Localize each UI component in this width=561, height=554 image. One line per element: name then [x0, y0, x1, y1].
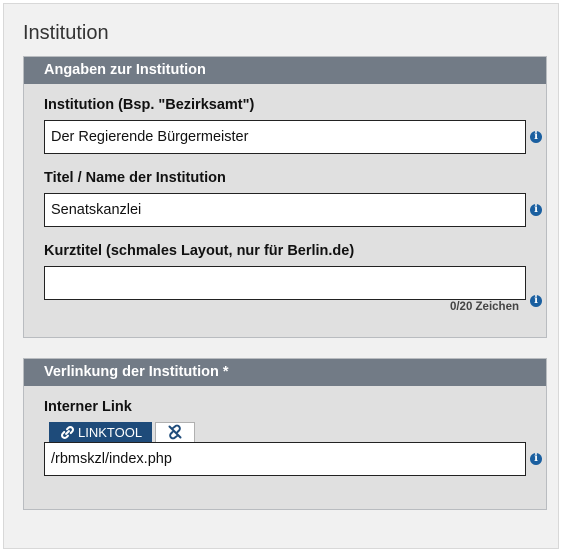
info-icon[interactable]: i — [530, 204, 542, 216]
linktool-button[interactable]: LINKTOOL — [49, 422, 152, 442]
titel-field-label: Titel / Name der Institution — [44, 170, 226, 186]
institution-panel: Angaben zur Institution Institution (Bsp… — [23, 56, 547, 338]
panel-header-verlinkung: Verlinkung der Institution * — [24, 359, 546, 386]
info-icon[interactable]: i — [530, 295, 542, 307]
info-icon[interactable]: i — [530, 453, 542, 465]
character-counter: 0/20 Zeichen — [449, 301, 519, 313]
institution-field-label: Institution (Bsp. "Bezirksamt") — [44, 97, 255, 113]
interner-link-input[interactable] — [44, 442, 526, 476]
info-icon[interactable]: i — [530, 131, 542, 143]
link-panel: Verlinkung der Institution * Interner Li… — [23, 358, 547, 510]
panel-header-institution: Angaben zur Institution — [24, 57, 546, 84]
linktool-label: LINKTOOL — [78, 425, 143, 440]
unlink-button[interactable] — [155, 422, 195, 442]
link-icon — [61, 426, 74, 439]
page-title: Institution — [23, 22, 109, 44]
kurztitel-input[interactable] — [44, 266, 526, 300]
titel-input[interactable] — [44, 193, 526, 227]
institution-input[interactable] — [44, 120, 526, 154]
interner-link-label: Interner Link — [44, 399, 132, 415]
unlink-icon — [168, 424, 182, 440]
kurztitel-field-label: Kurztitel (schmales Layout, nur für Berl… — [44, 243, 355, 259]
